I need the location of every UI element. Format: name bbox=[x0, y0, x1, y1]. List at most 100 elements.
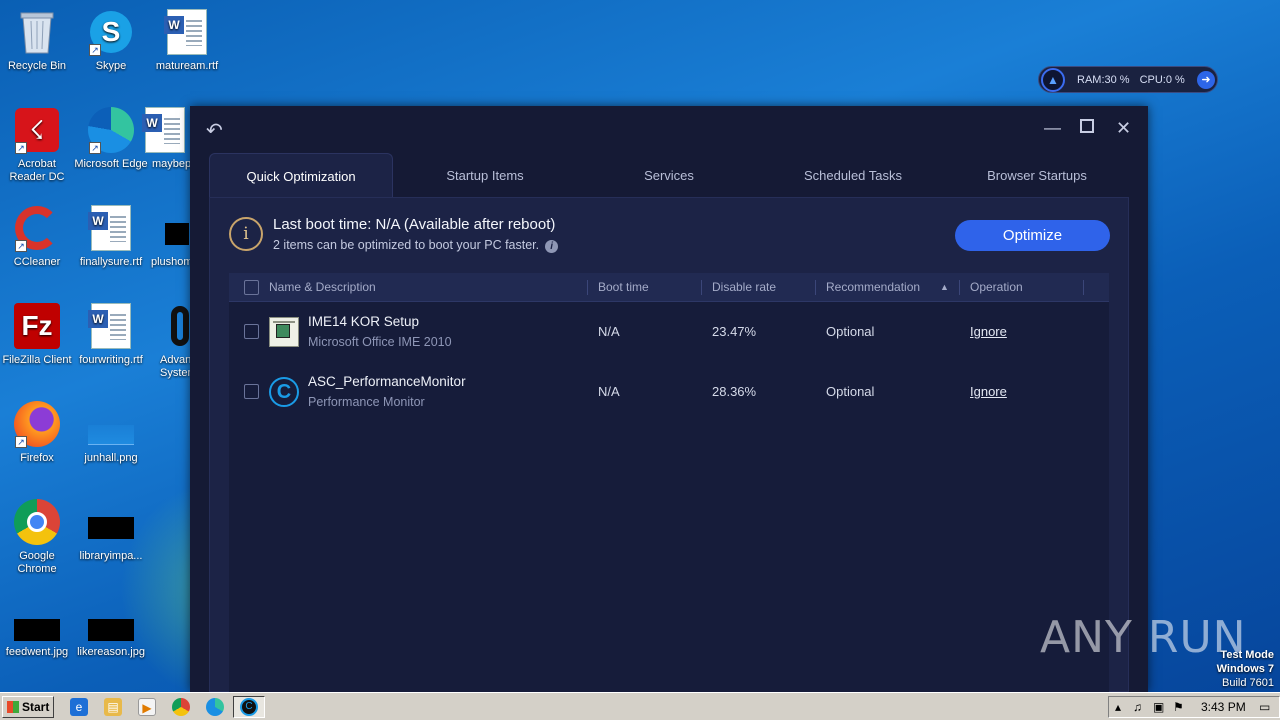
optimize-button[interactable]: Optimize bbox=[955, 220, 1110, 251]
start-button[interactable]: Start bbox=[2, 696, 54, 718]
maximize-button[interactable] bbox=[1080, 119, 1094, 133]
ram-cpu-widget[interactable]: ▲ RAM:30 % CPU:0 % ➜ bbox=[1038, 66, 1218, 93]
table-header: Name & Description Boot time Disable rat… bbox=[229, 273, 1109, 302]
desktop-icon-filezilla[interactable]: Fz FileZilla Client bbox=[0, 302, 74, 367]
back-icon[interactable]: ↶ bbox=[206, 118, 223, 143]
windows-flag-icon bbox=[7, 701, 19, 713]
shortcut-arrow-icon: ↗ bbox=[89, 44, 101, 56]
close-button[interactable]: ✕ bbox=[1116, 118, 1131, 139]
taskbar: Start e ▤ ▶ C ▴ ♫ ▣ ⚑ 3:43 PM ▭ bbox=[0, 692, 1280, 720]
column-divider bbox=[701, 280, 702, 295]
item-description: Microsoft Office IME 2010 bbox=[308, 335, 452, 349]
ignore-link[interactable]: Ignore bbox=[970, 384, 1007, 399]
acrobat-icon: ☇ ↗ bbox=[13, 106, 61, 154]
edge-taskbar-icon[interactable] bbox=[206, 698, 224, 716]
show-desktop-icon[interactable]: ▭ bbox=[1259, 700, 1270, 714]
cpu-usage: CPU:0 % bbox=[1139, 73, 1185, 86]
desktop-icon-maybep[interactable]: W maybep... bbox=[140, 106, 190, 171]
tab-bar: Quick Optimization Startup Items Service… bbox=[209, 153, 1129, 197]
shortcut-arrow-icon: ↗ bbox=[89, 142, 101, 154]
recycle-bin-icon bbox=[13, 8, 61, 56]
desktop-icon-label: Recycle Bin bbox=[7, 60, 67, 72]
row-checkbox[interactable] bbox=[244, 324, 259, 339]
column-header-recommendation[interactable]: Recommendation bbox=[826, 273, 920, 302]
performance-monitor-icon: C bbox=[269, 377, 299, 407]
windows-version-line: Windows 7 bbox=[1216, 663, 1274, 675]
shortcut-arrow-icon: ↗ bbox=[15, 436, 27, 448]
help-icon[interactable]: i bbox=[545, 240, 559, 253]
desktop-icon-firefox[interactable]: ↗ Firefox bbox=[0, 400, 74, 465]
word-doc-icon: W bbox=[141, 106, 189, 154]
column-divider bbox=[959, 280, 960, 295]
desktop-icon-skype[interactable]: S ↗ Skype bbox=[74, 8, 148, 73]
tab-startup-items[interactable]: Startup Items bbox=[393, 153, 577, 197]
advanced-systemcare-taskbar-icon: C bbox=[240, 698, 258, 716]
ignore-link[interactable]: Ignore bbox=[970, 324, 1007, 339]
desktop-icon-plushom[interactable]: plushom... bbox=[140, 204, 190, 269]
rocket-icon[interactable]: ▲ bbox=[1041, 67, 1065, 92]
filezilla-icon: Fz bbox=[13, 302, 61, 350]
ime-setup-icon bbox=[269, 317, 299, 347]
active-app-button[interactable]: C bbox=[233, 696, 265, 718]
desktop-icon-likereason[interactable]: likereason.jpg bbox=[74, 606, 148, 659]
desktop-icon-chrome[interactable]: Google Chrome bbox=[0, 498, 74, 576]
start-label: Start bbox=[22, 700, 50, 714]
test-mode-line: Test Mode bbox=[1220, 649, 1274, 661]
network-icon[interactable]: ▣ bbox=[1153, 700, 1164, 714]
desktop-icon-matuream[interactable]: W matuream.rtf bbox=[150, 8, 224, 73]
chrome-icon bbox=[13, 498, 61, 546]
table-row[interactable]: C ASC_PerformanceMonitor Performance Mon… bbox=[229, 362, 1109, 422]
column-header-operation[interactable]: Operation bbox=[970, 273, 1023, 302]
column-divider bbox=[815, 280, 816, 295]
advanced-systemcare-icon bbox=[141, 302, 189, 350]
sort-ascending-icon[interactable]: ▲ bbox=[940, 273, 949, 302]
desktop-icon-label: Acrobat Reader DC bbox=[9, 158, 65, 183]
media-player-icon[interactable]: ▶ bbox=[138, 698, 156, 716]
item-description: Performance Monitor bbox=[308, 395, 425, 409]
column-header-disable-rate[interactable]: Disable rate bbox=[712, 273, 776, 302]
file-explorer-icon[interactable]: ▤ bbox=[104, 698, 122, 716]
desktop-icon-edge[interactable]: ↗ Microsoft Edge bbox=[74, 106, 148, 171]
desktop-icon-label: maybep... bbox=[152, 158, 190, 170]
optimizable-count: 2 bbox=[273, 238, 280, 252]
info-icon: i bbox=[229, 217, 263, 251]
action-center-flag-icon[interactable]: ⚑ bbox=[1173, 700, 1184, 714]
tab-services[interactable]: Services bbox=[577, 153, 761, 197]
tab-quick-optimization[interactable]: Quick Optimization bbox=[209, 153, 393, 197]
desktop-icon-ccleaner[interactable]: ↗ CCleaner bbox=[0, 204, 74, 269]
volume-icon[interactable]: ♫ bbox=[1133, 700, 1142, 714]
select-all-checkbox[interactable] bbox=[244, 280, 259, 295]
row-checkbox[interactable] bbox=[244, 384, 259, 399]
desktop-icon-fourwriting[interactable]: W fourwriting.rtf bbox=[74, 302, 148, 367]
desktop-icon-label: Advan... System... bbox=[160, 354, 190, 379]
skype-icon: S ↗ bbox=[87, 8, 135, 56]
desktop-icon-advanced-systemcare[interactable]: Advan... System... bbox=[140, 302, 190, 380]
desktop-icon-acrobat[interactable]: ☇ ↗ Acrobat Reader DC bbox=[0, 106, 74, 184]
clock[interactable]: 3:43 PM bbox=[1201, 700, 1246, 714]
desktop-icon-label: FileZilla Client bbox=[2, 354, 72, 366]
desktop-icon-finallysure[interactable]: W finallysure.rtf bbox=[74, 204, 148, 269]
column-header-name[interactable]: Name & Description bbox=[269, 273, 376, 302]
system-tray: ▴ ♫ ▣ ⚑ 3:43 PM ▭ bbox=[1108, 696, 1280, 718]
internet-explorer-icon[interactable]: e bbox=[70, 698, 88, 716]
chrome-taskbar-icon[interactable] bbox=[172, 698, 190, 716]
desktop-icon-feedwent[interactable]: feedwent.jpg bbox=[0, 606, 74, 659]
firefox-icon: ↗ bbox=[13, 400, 61, 448]
arrow-right-icon[interactable]: ➜ bbox=[1197, 71, 1215, 89]
image-thumb-icon bbox=[87, 606, 135, 642]
boot-time-value: N/A bbox=[598, 384, 620, 399]
table-row[interactable]: IME14 KOR Setup Microsoft Office IME 201… bbox=[229, 302, 1109, 362]
desktop-icon-recycle-bin[interactable]: Recycle Bin bbox=[0, 8, 74, 73]
image-thumb-icon bbox=[13, 606, 61, 642]
minimize-button[interactable]: — bbox=[1044, 118, 1061, 138]
column-divider bbox=[587, 280, 588, 295]
desktop-icon-label: fourwriting.rtf bbox=[79, 354, 143, 366]
desktop-icon-junhall[interactable]: junhall.png bbox=[74, 400, 148, 465]
tab-browser-startups[interactable]: Browser Startups bbox=[945, 153, 1129, 197]
edge-icon: ↗ bbox=[87, 106, 135, 154]
tab-scheduled-tasks[interactable]: Scheduled Tasks bbox=[761, 153, 945, 197]
recommendation-value: Optional bbox=[826, 384, 875, 399]
column-header-boot-time[interactable]: Boot time bbox=[598, 273, 649, 302]
desktop-icon-libraryimpa[interactable]: libraryimpa... bbox=[74, 498, 148, 563]
show-hidden-icons-icon[interactable]: ▴ bbox=[1115, 700, 1121, 714]
